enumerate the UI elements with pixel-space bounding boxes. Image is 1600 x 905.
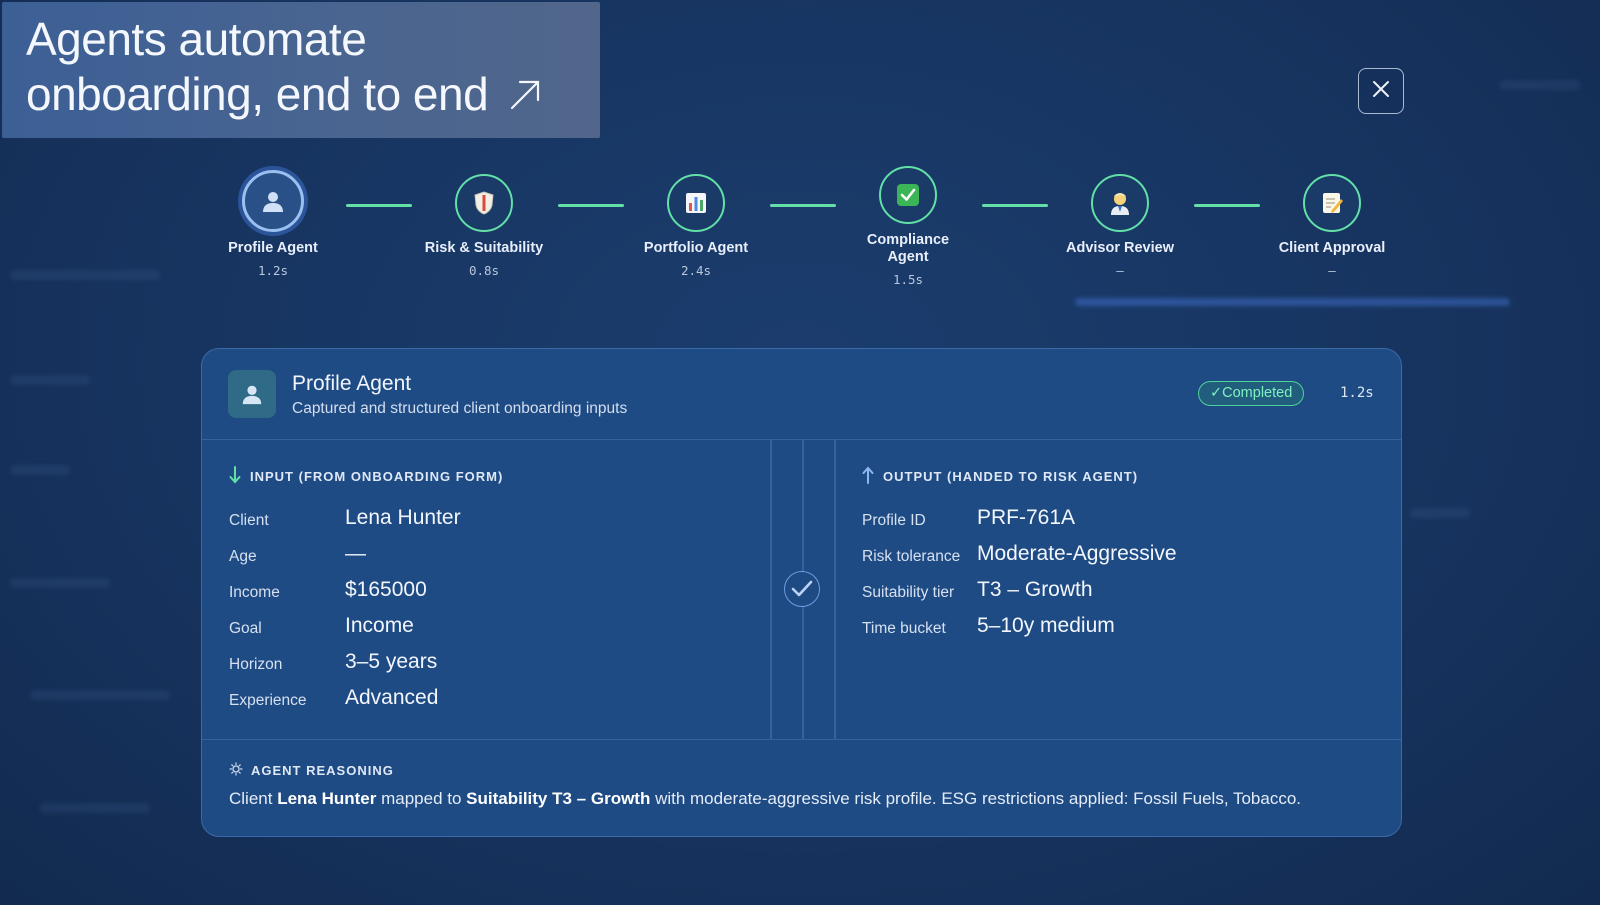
card-body: INPUT (FROM ONBOARDING FORM) Client Lena… <box>202 440 1401 740</box>
agent-detail-card: Profile Agent Captured and structured cl… <box>201 348 1402 837</box>
step-risk-suitability[interactable]: Risk & Suitability 0.8s <box>399 174 569 278</box>
card-title: Profile Agent <box>292 372 412 395</box>
onboarding-stage: Agents automate onboarding, end to end P… <box>0 0 1600 905</box>
step-advisor-review[interactable]: Advisor Review – <box>1035 174 1205 278</box>
step-profile-agent[interactable]: Profile Agent 1.2s <box>188 170 358 278</box>
hero-title: Agents automate onboarding, end to end <box>26 12 576 124</box>
input-key-experience: Experience <box>229 692 307 709</box>
output-key-suitability-tier: Suitability tier <box>862 584 955 601</box>
step-time: – <box>1328 263 1336 278</box>
input-heading-text: INPUT (FROM ONBOARDING FORM) <box>250 469 504 484</box>
reasoning-client-name: Lena Hunter <box>277 789 377 808</box>
card-subtitle: Captured and structured client onboardin… <box>292 400 628 417</box>
lightbulb-icon <box>229 762 243 779</box>
status-badge: ✓Completed <box>1198 381 1305 406</box>
input-value-horizon: 3–5 years <box>345 650 438 673</box>
background-ghost <box>1075 298 1510 306</box>
step-label: Client Approval <box>1278 240 1386 256</box>
input-value-age: — <box>345 542 366 565</box>
output-key-profile-id: Profile ID <box>862 512 926 529</box>
reasoning-text-part: with moderate-aggressive risk profile. E… <box>650 789 1302 808</box>
input-value-experience: Advanced <box>345 686 439 709</box>
reasoning-text: Client Lena Hunter mapped to Suitability… <box>229 789 1301 809</box>
check-icon <box>784 571 820 607</box>
shield-icon <box>455 174 513 232</box>
reasoning-heading: AGENT REASONING <box>229 762 394 779</box>
advisor-icon <box>1091 174 1149 232</box>
input-section-heading: INPUT (FROM ONBOARDING FORM) <box>229 466 503 487</box>
input-value-goal: Income <box>345 614 414 637</box>
arrow-up-icon <box>862 466 874 487</box>
step-client-approval[interactable]: Client Approval – <box>1247 174 1417 278</box>
person-icon <box>228 370 276 418</box>
output-value-profile-id: PRF-761A <box>977 506 1076 529</box>
background-ghost <box>10 578 110 588</box>
input-key-horizon: Horizon <box>229 656 283 673</box>
step-time: 1.5s <box>892 272 924 287</box>
step-time: 2.4s <box>680 263 712 278</box>
output-value-time-bucket: 5–10y medium <box>977 614 1115 637</box>
arrow-up-right-icon <box>508 69 542 124</box>
input-key-client: Client <box>229 512 269 529</box>
close-icon <box>1372 80 1390 103</box>
step-label: Profile Agent <box>228 240 318 256</box>
input-value-client: Lena Hunter <box>345 506 461 529</box>
reasoning-text-part: Client <box>229 789 278 808</box>
output-value-risk-tolerance: Moderate-Aggressive <box>977 542 1177 565</box>
hero-banner: Agents automate onboarding, end to end <box>2 2 600 138</box>
card-header: Profile Agent Captured and structured cl… <box>202 349 1401 440</box>
step-label: Portfolio Agent <box>643 240 749 256</box>
column-divider <box>834 440 836 739</box>
close-button[interactable] <box>1358 68 1404 114</box>
hero-title-line2: onboarding, end to end <box>26 68 489 120</box>
reasoning-text-part: mapped to <box>376 789 467 808</box>
step-time: 0.8s <box>468 263 500 278</box>
step-label: Risk & Suitability <box>424 240 544 256</box>
output-key-risk-tolerance: Risk tolerance <box>862 548 961 565</box>
person-icon <box>242 170 304 232</box>
step-time: – <box>1116 263 1124 278</box>
output-heading-text: OUTPUT (HANDED TO RISK AGENT) <box>883 469 1139 484</box>
background-ghost <box>1410 508 1470 518</box>
step-label: Compliance Agent <box>823 232 993 266</box>
check-box-icon <box>879 166 937 224</box>
column-divider <box>770 440 772 739</box>
reasoning-heading-text: AGENT REASONING <box>251 763 394 778</box>
step-compliance-agent[interactable]: Compliance Agent 1.5s <box>823 166 993 287</box>
arrow-down-icon <box>229 466 241 487</box>
input-key-age: Age <box>229 548 257 565</box>
output-key-time-bucket: Time bucket <box>862 620 946 637</box>
background-ghost <box>10 270 160 280</box>
background-ghost <box>1500 80 1580 90</box>
step-label-line2: Agent <box>887 249 929 265</box>
memo-icon <box>1303 174 1361 232</box>
output-value-suitability-tier: T3 – Growth <box>977 578 1093 601</box>
background-ghost <box>10 465 70 475</box>
hero-title-line1: Agents automate <box>26 13 367 65</box>
step-time: 1.2s <box>257 263 289 278</box>
input-key-goal: Goal <box>229 620 262 637</box>
background-ghost <box>40 803 150 813</box>
reasoning-suitability: Suitability T3 – Growth <box>466 789 651 808</box>
card-duration: 1.2s <box>1340 385 1374 401</box>
background-ghost <box>10 375 90 385</box>
step-label: Advisor Review <box>1066 240 1174 256</box>
output-section-heading: OUTPUT (HANDED TO RISK AGENT) <box>862 466 1138 487</box>
background-ghost <box>30 690 170 700</box>
input-key-income: Income <box>229 584 280 601</box>
step-portfolio-agent[interactable]: Portfolio Agent 2.4s <box>611 174 781 278</box>
step-label-line1: Compliance <box>866 232 950 248</box>
bar-chart-icon <box>667 174 725 232</box>
input-value-income: $165000 <box>345 578 427 601</box>
